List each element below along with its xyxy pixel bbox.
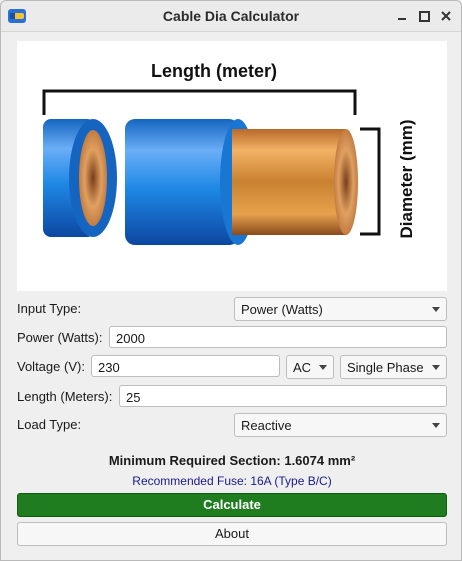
input-type-select[interactable]: Power (Watts) — [234, 297, 447, 321]
cable-diagram: Length (meter) Diameter (mm) — [42, 61, 416, 245]
current-type-value: AC — [293, 360, 312, 375]
input-type-row: Input Type: Power (Watts) — [17, 297, 447, 321]
maximize-icon[interactable] — [415, 7, 433, 25]
phase-value: Single Phase — [347, 360, 424, 375]
length-value: 25 — [126, 390, 141, 405]
voltage-value: 230 — [98, 360, 120, 375]
copper-conductor — [232, 129, 346, 235]
title-bar: Cable Dia Calculator — [1, 1, 461, 32]
recommended-fuse: Recommended Fuse: 16A (Type B/C) — [132, 474, 332, 488]
current-type-select[interactable]: AC — [286, 355, 334, 379]
input-type-label: Input Type: — [17, 301, 82, 316]
calculate-button[interactable]: Calculate — [17, 493, 447, 517]
power-row: Power (Watts): 2000 — [17, 326, 447, 350]
minimize-icon[interactable] — [393, 7, 411, 25]
cable-illustration: Length (meter) Diameter (mm) — [17, 41, 447, 291]
chevron-down-icon — [432, 307, 440, 312]
length-label: Length (meter) — [151, 61, 277, 81]
length-bracket — [42, 89, 357, 115]
copper-end-left — [79, 130, 107, 226]
power-value: 2000 — [116, 331, 145, 346]
chevron-down-icon — [432, 423, 440, 428]
power-label: Power (Watts): — [17, 330, 103, 345]
length-input[interactable]: 25 — [119, 385, 447, 407]
voltage-input[interactable]: 230 — [91, 355, 280, 377]
length-row: Length (Meters): 25 — [17, 385, 447, 409]
input-type-value: Power (Watts) — [241, 302, 323, 317]
window-title: Cable Dia Calculator — [162, 8, 300, 24]
phase-select[interactable]: Single Phase — [340, 355, 447, 379]
diameter-label: Diameter (mm) — [397, 119, 416, 238]
voltage-label: Voltage (V): — [17, 359, 85, 374]
length-label: Length (Meters): — [17, 389, 113, 404]
load-type-select[interactable]: Reactive — [234, 413, 447, 437]
power-input[interactable]: 2000 — [109, 326, 447, 348]
close-icon[interactable] — [437, 7, 455, 25]
copper-end-right — [334, 129, 358, 235]
min-section-result: Minimum Required Section: 1.6074 mm² — [108, 453, 356, 468]
load-type-value: Reactive — [241, 418, 292, 433]
chevron-down-icon — [319, 365, 327, 370]
app-window: Cable Dia Calculator Length (meter) Diam… — [0, 0, 462, 561]
load-type-label: Load Type: — [17, 417, 82, 432]
diameter-bracket — [360, 127, 381, 236]
chevron-down-icon — [432, 365, 440, 370]
load-type-row: Load Type: Reactive — [17, 413, 447, 437]
voltage-row: Voltage (V): 230 AC Single Phase — [17, 355, 447, 379]
about-button[interactable]: About — [17, 522, 447, 546]
